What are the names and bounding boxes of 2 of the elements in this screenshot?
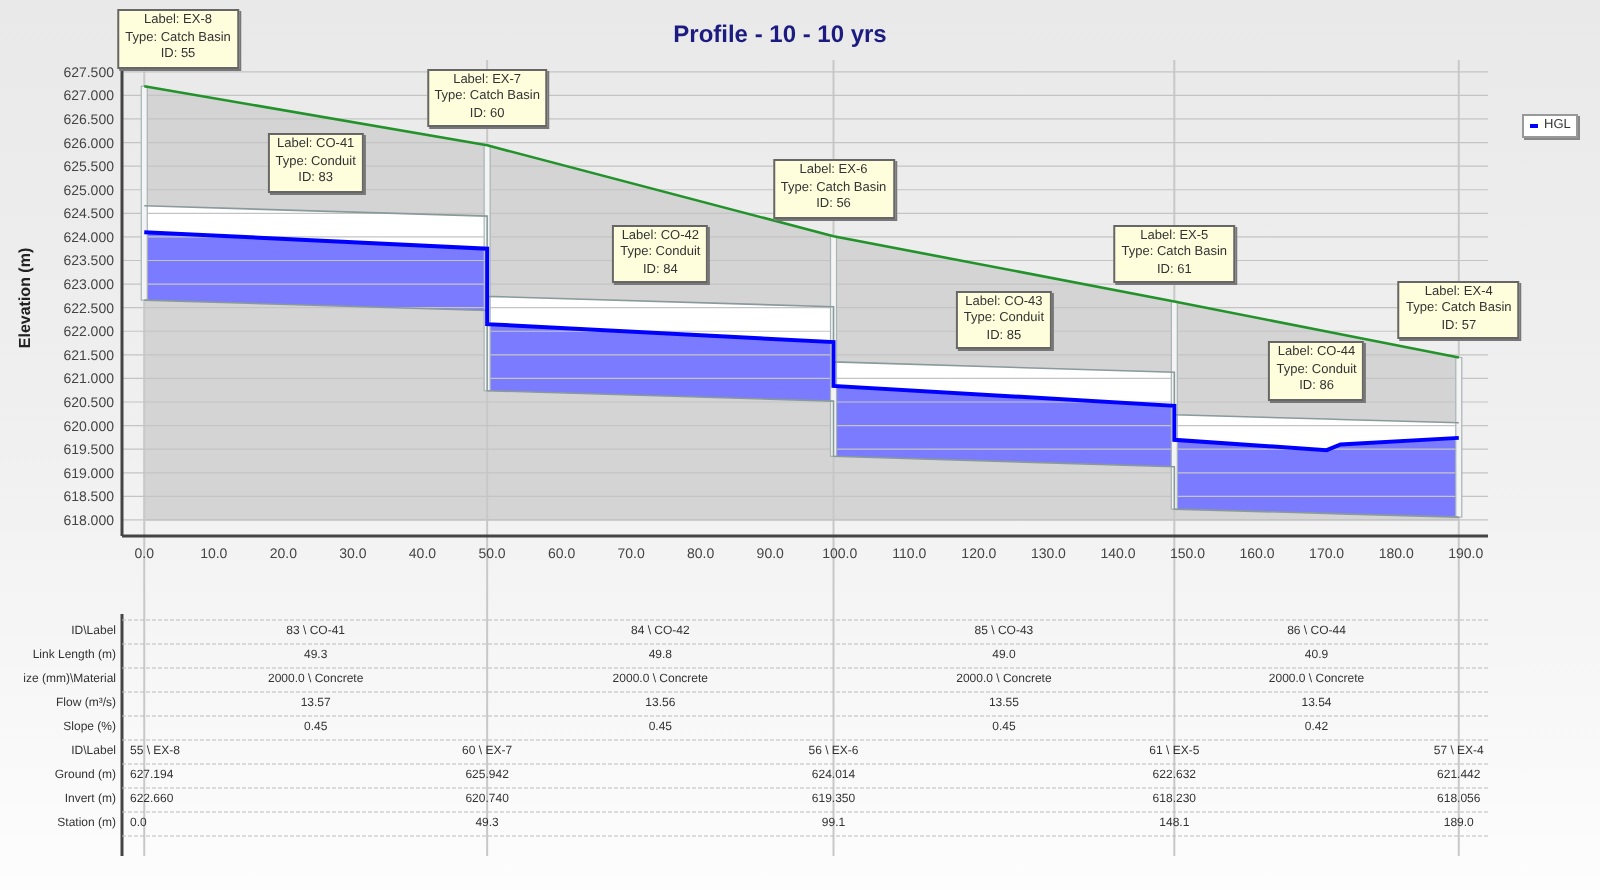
chart-title: Profile - 10 - 10 yrs xyxy=(673,20,887,48)
axis-title: Elevation (m) xyxy=(16,247,34,349)
